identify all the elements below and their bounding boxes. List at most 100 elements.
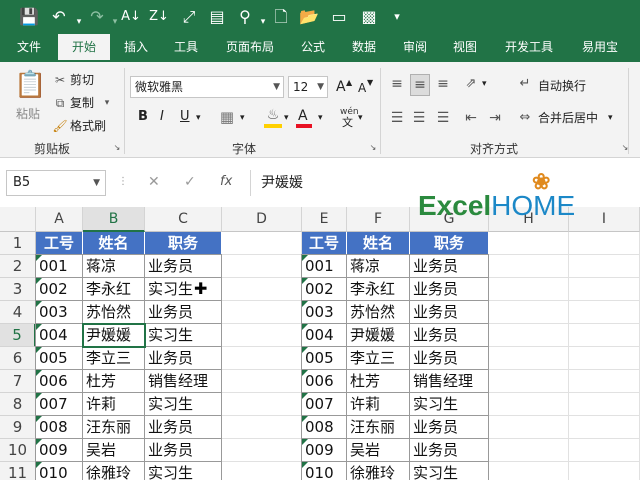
align-center-icon[interactable]: ☰ (410, 108, 428, 128)
table-cell[interactable]: 005 (301, 346, 347, 370)
cell[interactable] (489, 255, 569, 278)
table-cell[interactable]: 苏怡然 (346, 300, 410, 324)
table-cell[interactable]: 销售经理 (144, 369, 222, 393)
table-cell[interactable]: 徐雅玲 (82, 461, 145, 480)
increase-indent-icon[interactable]: ⇥ (486, 108, 504, 128)
cell[interactable] (222, 416, 302, 439)
cut-icon[interactable]: ✂ (52, 70, 68, 90)
table-header-cell[interactable]: 职务 (410, 232, 489, 255)
row-header-11[interactable]: 11 (0, 462, 36, 480)
row-header-4[interactable]: 4 (0, 301, 36, 324)
table-cell[interactable]: 008 (301, 415, 347, 439)
merge-center-button[interactable]: 合并后居中 (538, 110, 598, 126)
cell[interactable] (222, 347, 302, 370)
cell[interactable] (489, 347, 569, 370)
enter-icon[interactable]: ✓ (184, 174, 196, 190)
table-cell[interactable]: 实习生 (144, 392, 222, 416)
row-header-6[interactable]: 6 (0, 347, 36, 370)
table-cell[interactable]: 李立三 (346, 346, 410, 370)
cell[interactable] (222, 324, 302, 347)
table-cell[interactable]: 001 (35, 254, 83, 278)
decrease-indent-icon[interactable]: ⇤ (462, 108, 480, 128)
cell[interactable] (222, 232, 302, 255)
name-box[interactable]: B5 ▼ (6, 170, 106, 196)
table-cell[interactable]: 实习生 (144, 323, 222, 347)
table-cell[interactable]: 实习生 (409, 392, 489, 416)
format-painter-icon[interactable]: 🖌 (52, 116, 68, 136)
border-icon[interactable]: ▦ (218, 107, 236, 127)
tab-formulas[interactable]: 公式 (290, 34, 336, 62)
table-cell[interactable]: 009 (35, 438, 83, 462)
row-header-5[interactable]: 5 (0, 324, 36, 347)
worksheet-grid[interactable]: A B C D E F G H I 1 2 3 4 5 6 7 8 9 10 11 工号 姓名 职务 001 蒋凉 业务员 002 李… (0, 207, 640, 480)
underline-button[interactable]: U (180, 109, 190, 125)
insert-function-button[interactable]: fx (220, 174, 232, 189)
table-cell[interactable]: 006 (301, 369, 347, 393)
export-icon[interactable]: ▭ (328, 7, 350, 27)
fill-dropdown-icon[interactable]: ▾ (284, 110, 289, 126)
underline-dropdown-icon[interactable]: ▾ (196, 110, 201, 126)
cell[interactable] (222, 439, 302, 462)
chevron-down-icon[interactable]: ▼ (317, 77, 324, 97)
cell[interactable] (222, 393, 302, 416)
table-cell[interactable]: 汪东丽 (82, 415, 145, 439)
table-header-cell[interactable]: 工号 (302, 232, 347, 255)
orientation-icon[interactable]: ⇗ (462, 74, 480, 94)
table-cell[interactable]: 业务员 (409, 346, 489, 370)
row-header-3[interactable]: 3 (0, 278, 36, 301)
align-middle-icon[interactable]: ≡ (410, 74, 430, 96)
freeze-panes-icon[interactable]: ⤢ (178, 7, 200, 27)
table-cell[interactable]: 李永红 (82, 277, 145, 301)
copy-icon[interactable]: ⧉ (52, 93, 68, 113)
table-cell[interactable]: 许莉 (346, 392, 410, 416)
table-cell[interactable]: 业务员 (409, 300, 489, 324)
table-cell[interactable]: 吴岩 (346, 438, 410, 462)
orientation-dropdown-icon[interactable]: ▾ (482, 76, 487, 92)
table-cell[interactable]: 004 (301, 323, 347, 347)
grow-font-button[interactable]: A (336, 79, 346, 95)
chevron-down-icon[interactable]: ▼ (93, 171, 100, 195)
new-file-icon[interactable]: 🗋 (270, 7, 292, 27)
table-cell[interactable]: 李永红 (346, 277, 410, 301)
table-cell[interactable]: 蒋凉 (346, 254, 410, 278)
table-cell[interactable]: 010 (35, 461, 83, 480)
table-header-cell[interactable]: 工号 (36, 232, 83, 255)
tab-home[interactable]: 开始 (58, 34, 110, 62)
cell[interactable] (489, 439, 569, 462)
tab-view[interactable]: 视图 (442, 34, 488, 62)
font-color-button[interactable]: A (298, 108, 308, 124)
tab-review[interactable]: 审阅 (392, 34, 438, 62)
table-header-cell[interactable]: 姓名 (83, 232, 145, 255)
table-cell[interactable]: 003 (301, 300, 347, 324)
table-cell[interactable]: 业务员 (144, 346, 222, 370)
column-header-e[interactable]: E (302, 207, 347, 232)
table-cell[interactable]: 002 (35, 277, 83, 301)
select-all-corner[interactable] (0, 207, 36, 232)
paste-icon[interactable]: 📋 (14, 68, 46, 102)
save-icon[interactable]: 💾 (18, 7, 40, 27)
cell[interactable] (489, 393, 569, 416)
tab-insert[interactable]: 插入 (112, 34, 160, 62)
table-header-cell[interactable]: 职务 (145, 232, 222, 255)
align-left-icon[interactable]: ☰ (388, 108, 406, 128)
table-cell[interactable]: 业务员 (144, 415, 222, 439)
cut-button[interactable]: 剪切 (70, 72, 94, 88)
table-cell[interactable]: 业务员 (144, 300, 222, 324)
copy-button[interactable]: 复制 (70, 95, 94, 111)
table-cell[interactable]: 吴岩 (82, 438, 145, 462)
table-header-cell[interactable]: 姓名 (347, 232, 410, 255)
align-top-icon[interactable]: ≡ (388, 74, 406, 94)
table-cell[interactable]: 005 (35, 346, 83, 370)
cell[interactable] (569, 255, 640, 278)
table-cell[interactable]: 002 (301, 277, 347, 301)
table-cell[interactable]: 009 (301, 438, 347, 462)
table-cell[interactable]: 李立三 (82, 346, 145, 370)
tab-file[interactable]: 文件 (4, 34, 54, 62)
font-color-dropdown-icon[interactable]: ▾ (318, 110, 323, 126)
align-bottom-icon[interactable]: ≡ (434, 74, 452, 94)
cell[interactable] (489, 416, 569, 439)
table-cell[interactable]: 003 (35, 300, 83, 324)
cell[interactable] (489, 232, 569, 255)
row-header-7[interactable]: 7 (0, 370, 36, 393)
customize-icon[interactable]: ▩ (358, 7, 380, 27)
